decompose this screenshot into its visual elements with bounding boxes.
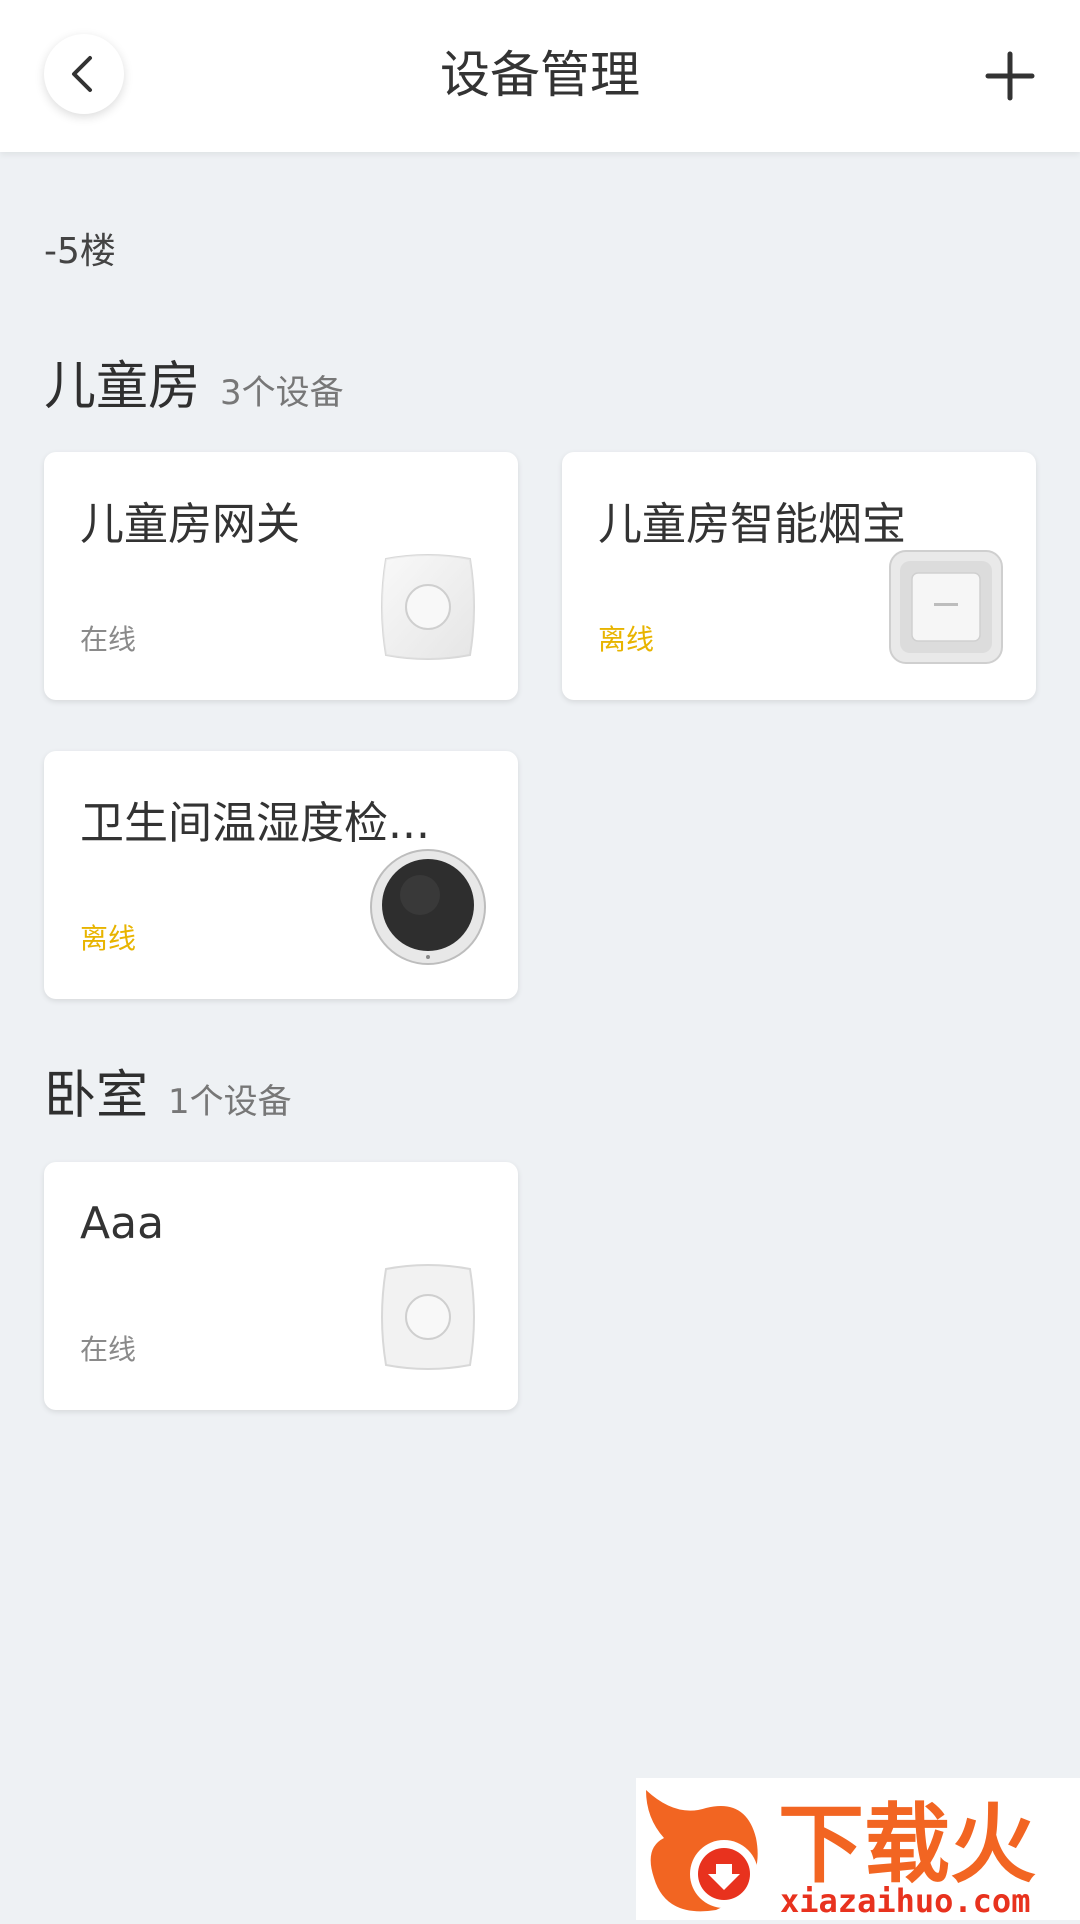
device-card[interactable]: 儿童房网关 在线	[44, 452, 518, 700]
watermark-site: xiazaihuo.com	[780, 1882, 1030, 1920]
device-card[interactable]: Aaa 在线	[44, 1162, 518, 1410]
add-device-button[interactable]	[980, 46, 1040, 106]
gateway-icon	[381, 554, 475, 660]
room-name: 卧室	[44, 1066, 149, 1126]
smoke-detector-icon	[889, 550, 1003, 664]
device-status: 在线	[80, 1333, 137, 1366]
device-name: 儿童房网关	[80, 499, 300, 550]
page-title: 设备管理	[440, 46, 640, 104]
room-header: 儿童房 3个设备	[44, 344, 344, 419]
watermark-logo: 下载火 xiazaihuo.com	[636, 1778, 1080, 1920]
room-device-count: 1个设备	[168, 1082, 292, 1122]
device-status: 离线	[80, 922, 137, 955]
device-status: 离线	[598, 623, 655, 656]
device-name: Aaa	[80, 1198, 165, 1249]
device-name: 儿童房智能烟宝	[598, 499, 906, 550]
floor-label: -5楼	[44, 231, 116, 272]
device-status: 在线	[80, 623, 137, 656]
room-name: 儿童房	[44, 357, 201, 417]
device-card[interactable]: 卫生间温湿度检... 离线	[44, 751, 518, 999]
device-name: 卫生间温湿度检...	[80, 798, 430, 849]
device-card[interactable]: 儿童房智能烟宝 离线	[562, 452, 1036, 700]
room-header: 卧室 1个设备	[44, 1053, 292, 1128]
thermo-hygrometer-icon	[370, 849, 486, 965]
watermark-brand: 下载火	[778, 1795, 1036, 1895]
room-device-count: 3个设备	[220, 373, 344, 413]
gateway-icon	[381, 1264, 475, 1370]
plus-icon	[985, 51, 1035, 101]
top-bar: 设备管理	[0, 0, 1080, 152]
